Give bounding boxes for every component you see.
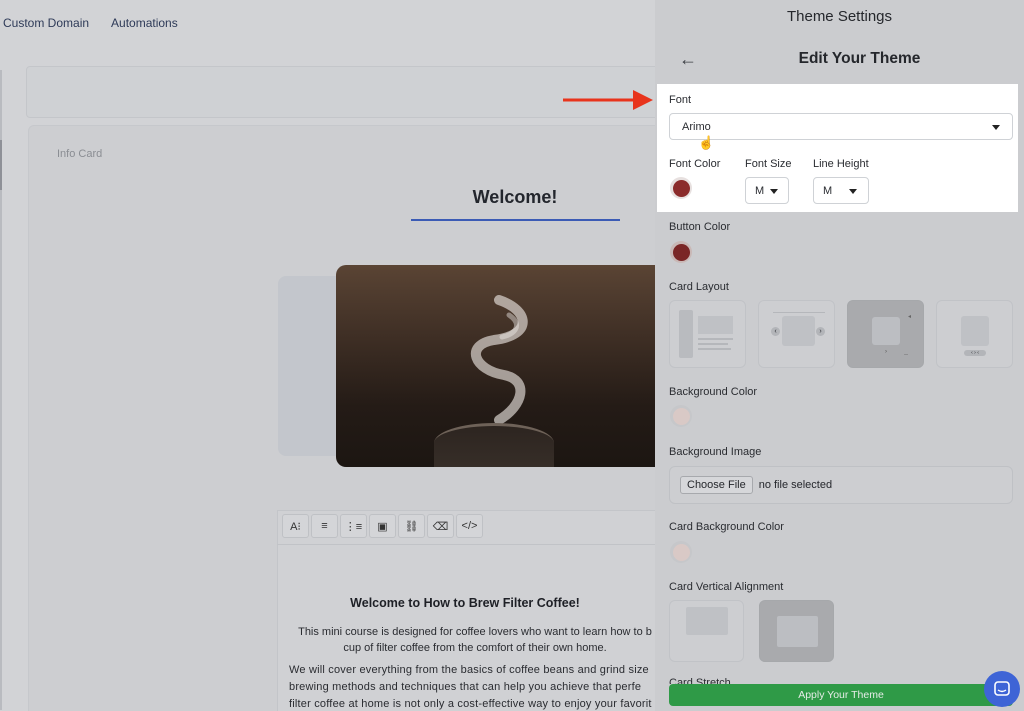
- chevron-down-icon: [770, 189, 778, 194]
- card-stretch-label: Card Stretch: [669, 677, 731, 684]
- font-label: Font: [669, 94, 692, 106]
- font-select-value: Arimo: [682, 120, 711, 133]
- chat-glyph-icon: [994, 681, 1010, 696]
- button-color-swatch[interactable]: [670, 241, 692, 263]
- panel-subtitle: Edit Your Theme: [798, 50, 921, 67]
- heading-underline: [411, 219, 620, 221]
- ordered-list-icon[interactable]: ⋮≡: [340, 514, 367, 538]
- card-bg-color-fill: [672, 543, 690, 561]
- choose-file-button[interactable]: Choose File: [680, 476, 753, 494]
- coffee-image[interactable]: [336, 265, 666, 467]
- chevron-down-icon: [849, 189, 857, 194]
- font-size-select[interactable]: M: [745, 177, 789, 204]
- content-p2-line3: filter coffee at home is not only a cost…: [289, 698, 652, 710]
- button-color-fill: [672, 243, 690, 261]
- steam-shape: [470, 295, 528, 425]
- editor-toolbar: A⁝ ≡ ⋮≡ ▣ ⛓ ⌫ </>: [282, 514, 483, 538]
- link-tool-icon[interactable]: ⛓: [398, 514, 425, 538]
- layout-option-stacked[interactable]: ‹ › ‹: [936, 300, 1013, 368]
- layout-option-sidebar[interactable]: [669, 300, 746, 368]
- content-paragraph-2: We will cover everything from the basics…: [289, 662, 659, 711]
- image-tool-icon[interactable]: ▣: [369, 514, 396, 538]
- font-size-label: Font Size: [745, 158, 792, 170]
- font-color-label: Font Color: [669, 158, 721, 170]
- layout-option-centered[interactable]: ◂ › ‥: [847, 300, 924, 368]
- content-p1-line2: cup of filter coffee from the comfort of…: [343, 642, 607, 654]
- background-color-fill: [672, 407, 690, 425]
- line-height-label: Line Height: [813, 158, 869, 170]
- card-bg-color-swatch[interactable]: [670, 541, 692, 563]
- font-color-swatch[interactable]: [670, 177, 692, 199]
- nav-custom-domain[interactable]: Custom Domain: [3, 16, 89, 30]
- code-tool-icon[interactable]: </>: [456, 514, 483, 538]
- align-tool-icon[interactable]: ≡: [311, 514, 338, 538]
- hand-pointer-icon: ☝: [698, 135, 715, 150]
- background-color-label: Background Color: [669, 386, 758, 398]
- content-p2-line2: brewing methods and techniques that can …: [289, 681, 642, 693]
- apply-theme-button[interactable]: Apply Your Theme: [669, 684, 1013, 706]
- font-size-tool-icon[interactable]: A⁝: [282, 514, 309, 538]
- layout-option-carousel[interactable]: ‹ ›: [758, 300, 835, 368]
- coffee-cup: [434, 423, 554, 467]
- content-p2-line1: We will cover everything from the basics…: [289, 664, 649, 676]
- nav-automations[interactable]: Automations: [111, 16, 178, 30]
- card-heading[interactable]: Welcome!: [410, 187, 620, 208]
- background-image-label: Background Image: [669, 446, 762, 458]
- line-height-value: M: [823, 184, 833, 197]
- card-type-label: Info Card: [57, 148, 103, 160]
- top-nav: Custom Domain Automations: [0, 0, 655, 46]
- alignment-option-center[interactable]: [759, 600, 834, 662]
- font-select[interactable]: Arimo: [669, 113, 1013, 140]
- eraser-tool-icon[interactable]: ⌫: [427, 514, 454, 538]
- toolbar-divider: [277, 544, 667, 545]
- font-size-value: M: [755, 184, 765, 197]
- panel-title: Theme Settings: [786, 8, 893, 25]
- card-bg-color-label: Card Background Color: [669, 521, 784, 533]
- chevron-down-icon: [992, 125, 1000, 130]
- background-color-swatch[interactable]: [670, 405, 692, 427]
- background-image-input[interactable]: Choose File no file selected: [669, 466, 1013, 504]
- alignment-option-top[interactable]: [669, 600, 744, 662]
- content-paragraph-1: This mini course is designed for coffee …: [290, 624, 660, 656]
- button-color-label: Button Color: [669, 221, 731, 233]
- content-title: Welcome to How to Brew Filter Coffee!: [350, 596, 580, 610]
- chat-icon[interactable]: [984, 671, 1020, 707]
- content-p1-line1: This mini course is designed for coffee …: [298, 626, 652, 638]
- card-layout-label: Card Layout: [669, 281, 729, 293]
- font-color-fill: [672, 179, 690, 197]
- left-rail-handle: [0, 140, 2, 190]
- file-status: no file selected: [758, 479, 833, 491]
- annotation-arrow-icon: [563, 90, 653, 110]
- line-height-select[interactable]: M: [813, 177, 869, 204]
- card-vertical-alignment-label: Card Vertical Alignment: [669, 581, 784, 593]
